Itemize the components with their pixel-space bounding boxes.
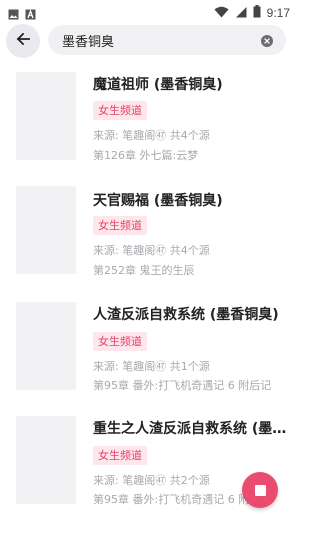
list-item[interactable]: 魔道祖师 (墨香铜臭) 女生频道 来源: 笔趣阁㊼ 共4个源 第126章 外七篇…: [0, 64, 300, 180]
book-cover: [16, 72, 76, 160]
search-results-list: 魔道祖师 (墨香铜臭) 女生频道 来源: 笔趣阁㊼ 共4个源 第126章 外七篇…: [0, 64, 300, 533]
latest-chapter: 第126章 外七篇:云梦: [93, 149, 199, 162]
book-title: 重生之人渣反派自救系统 (墨香铜臭): [93, 421, 293, 437]
status-time: 9:17: [266, 5, 290, 20]
battery-icon: [253, 3, 261, 22]
book-cover: [16, 302, 76, 390]
latest-chapter: 第252章 鬼王的生辰: [93, 264, 195, 277]
book-source: 来源: 笔趣阁㊼ 共1个源: [93, 360, 210, 373]
latest-chapter: 第95章 番外:打飞机奇遇记 6 附后记: [93, 379, 272, 392]
stop-search-button[interactable]: [242, 472, 278, 508]
clear-icon[interactable]: [260, 33, 274, 47]
search-bar: 墨香铜臭: [0, 22, 300, 64]
list-item[interactable]: 人渣反派自救系统 (墨香铜臭) 女生频道 来源: 笔趣阁㊼ 共1个源 第95章 …: [0, 292, 300, 408]
list-item[interactable]: 天官赐福 (墨香铜臭) 女生频道 来源: 笔趣阁㊼ 共4个源 第252章 鬼王的…: [0, 178, 300, 294]
category-tag: 女生频道: [93, 332, 147, 351]
book-title: 天官赐福 (墨香铜臭): [93, 193, 223, 209]
book-cover: [16, 416, 76, 504]
back-button[interactable]: [6, 24, 40, 58]
wifi-icon: [214, 3, 229, 22]
back-arrow-icon: [15, 31, 31, 51]
stop-icon: [254, 484, 266, 496]
category-tag: 女生频道: [93, 216, 147, 235]
book-title: 人渣反派自救系统 (墨香铜臭): [93, 307, 279, 323]
search-query: 墨香铜臭: [62, 35, 115, 50]
category-tag: 女生频道: [93, 446, 147, 465]
category-tag: 女生频道: [93, 101, 147, 120]
book-cover: [16, 186, 76, 274]
status-bar: 9:17: [0, 0, 300, 22]
book-source: 来源: 笔趣阁㊼ 共4个源: [93, 244, 210, 257]
signal-icon: [235, 3, 247, 22]
book-source: 来源: 笔趣阁㊼ 共2个源: [93, 474, 210, 487]
book-source: 来源: 笔趣阁㊼ 共4个源: [93, 129, 210, 142]
book-title: 魔道祖师 (墨香铜臭): [93, 77, 223, 93]
search-input[interactable]: 墨香铜臭: [48, 25, 286, 55]
